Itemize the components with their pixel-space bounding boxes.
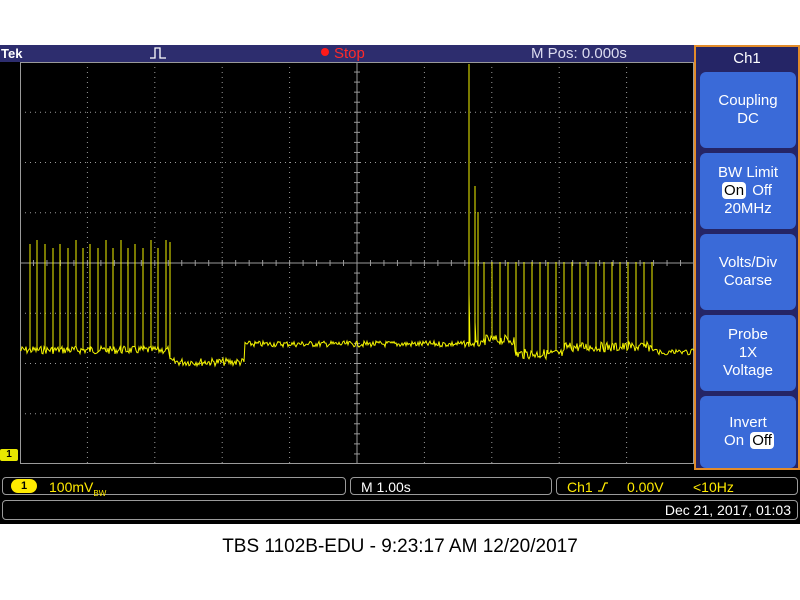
bw-limit-frequency: 20MHz (724, 200, 772, 217)
coupling-label: Coupling (718, 92, 778, 109)
invert-button[interactable]: Invert On Off (700, 396, 796, 468)
acquisition-state: Stop (334, 45, 365, 62)
stop-indicator-icon (321, 48, 329, 56)
invert-off-option[interactable]: Off (750, 432, 774, 449)
side-menu-title: Ch1 (733, 50, 761, 67)
screenshot-caption: TBS 1102B-EDU - 9:23:17 AM 12/20/2017 (222, 536, 578, 557)
channel-side-menu: Ch1 Coupling DC BW Limit On Off 20MHz Vo… (694, 45, 800, 470)
bottom-status-bar: 1 100mVBW M 1.00s Ch1 0.00V <10Hz (0, 475, 800, 499)
trigger-frequency: <10Hz (693, 479, 734, 495)
trigger-level: 0.00V (627, 479, 664, 495)
bw-limit-off-option[interactable]: Off (750, 182, 774, 199)
probe-attenuation: 1X (738, 344, 758, 361)
volts-div-button[interactable]: Volts/Div Coarse (700, 234, 796, 310)
trigger-mode-icon (150, 47, 166, 59)
probe-button[interactable]: Probe 1X Voltage (700, 315, 796, 391)
coupling-value: DC (737, 110, 759, 127)
timebase-value: M 1.00s (361, 479, 411, 495)
top-status-bar: Tek Stop M Pos: 0.000s (0, 45, 695, 62)
channel-1-ground-marker: 1 (0, 449, 18, 461)
probe-label: Probe (727, 326, 769, 343)
trigger-source: Ch1 (567, 478, 609, 496)
oscilloscope-screen: Tek Stop M Pos: 0.000s 1 Ch1 Coupling DC… (0, 45, 800, 524)
bw-limit-on-option[interactable]: On (722, 182, 747, 199)
coupling-button[interactable]: Coupling DC (700, 72, 796, 148)
channel-scale-readout[interactable]: 1 100mVBW (2, 477, 346, 498)
bw-limit-label: BW Limit (718, 164, 778, 181)
horizontal-position-readout: M Pos: 0.000s (531, 45, 627, 62)
bw-limit-indicator: BW (93, 488, 107, 498)
bw-limit-button[interactable]: BW Limit On Off 20MHz (700, 153, 796, 229)
brand-logo: Tek (1, 46, 23, 61)
invert-label: Invert (729, 414, 767, 431)
date-time-bar: Dec 21, 2017, 01:03 (2, 500, 798, 520)
volts-div-value: Coarse (723, 272, 773, 289)
waveform-graticule (20, 62, 694, 464)
volts-div-label: Volts/Div (718, 254, 778, 271)
date-time-readout: Dec 21, 2017, 01:03 (664, 502, 791, 518)
probe-type: Voltage (722, 362, 774, 379)
invert-on-option[interactable]: On (722, 432, 746, 449)
channel-1-badge: 1 (11, 479, 37, 493)
timebase-readout[interactable]: M 1.00s (350, 477, 552, 495)
trigger-readout[interactable]: Ch1 0.00V <10Hz (556, 477, 798, 495)
rising-edge-icon (597, 482, 608, 492)
